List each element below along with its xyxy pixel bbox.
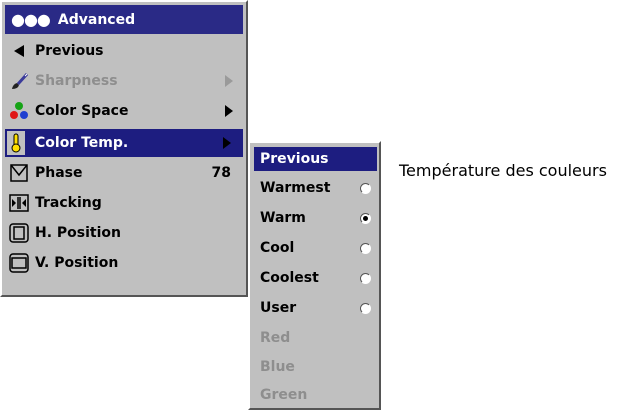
v-position-icon (9, 253, 29, 273)
submenu-item-cool[interactable]: Cool (254, 235, 377, 261)
back-arrow-icon (9, 41, 29, 61)
submenu-arrow-icon (225, 105, 233, 117)
submenu-item-user[interactable]: User (254, 295, 377, 321)
menu-item-label: V. Position (35, 255, 119, 271)
warm-radio[interactable] (360, 212, 371, 224)
submenu-arrow-icon (223, 137, 231, 149)
menu-header: ●●● Advanced (5, 5, 243, 34)
menu-item-label: Previous (35, 43, 104, 59)
submenu-item-label: Previous (260, 151, 329, 167)
h-position-icon (9, 223, 29, 243)
menu-item-sharpness: Sharpness (5, 68, 243, 94)
submenu-item-label: Red (260, 330, 291, 346)
menu-item-label: Color Temp. (35, 135, 129, 151)
menu-item-label: Tracking (35, 195, 102, 211)
menu-item-label: H. Position (35, 225, 121, 241)
brush-icon (9, 71, 29, 91)
submenu-item-warm[interactable]: Warm (254, 205, 377, 231)
submenu-item-blue: Blue (254, 354, 377, 380)
thermometer-icon (7, 131, 25, 155)
menu-item-phase[interactable]: Phase 78 (5, 160, 243, 186)
color-space-icon (9, 101, 29, 121)
submenu-item-green: Green (254, 382, 377, 408)
color-temp-submenu: Previous Warmest Warm Cool Coolest User … (248, 141, 381, 410)
submenu-item-previous[interactable]: Previous (254, 147, 377, 171)
menu-item-h-position[interactable]: H. Position (5, 220, 243, 246)
menu-item-v-position[interactable]: V. Position (5, 250, 243, 276)
menu-item-label: Sharpness (35, 73, 118, 89)
submenu-item-warmest[interactable]: Warmest (254, 175, 377, 201)
menu-title: Advanced (57, 11, 136, 28)
menu-item-previous[interactable]: Previous (5, 38, 243, 64)
coolest-radio[interactable] (360, 272, 371, 284)
phase-value: 78 (211, 165, 231, 181)
submenu-item-label: Blue (260, 359, 295, 375)
menu-item-label: Color Space (35, 103, 129, 119)
caption-text: Température des couleurs (399, 161, 607, 180)
advanced-menu: ●●● Advanced Previous Sharpness Color Sp… (0, 0, 248, 297)
menu-item-tracking[interactable]: Tracking (5, 190, 243, 216)
warmest-radio[interactable] (360, 182, 371, 194)
user-radio[interactable] (360, 302, 371, 314)
submenu-arrow-icon (225, 75, 233, 87)
menu-item-color-space[interactable]: Color Space (5, 98, 243, 124)
submenu-item-coolest[interactable]: Coolest (254, 265, 377, 291)
submenu-item-red: Red (254, 325, 377, 351)
cool-radio[interactable] (360, 242, 371, 254)
submenu-item-label: Green (260, 387, 308, 403)
tracking-icon (9, 193, 29, 213)
dots-icon: ●●● (11, 10, 51, 29)
menu-item-color-temp[interactable]: Color Temp. (5, 129, 243, 157)
phase-icon (9, 163, 29, 183)
